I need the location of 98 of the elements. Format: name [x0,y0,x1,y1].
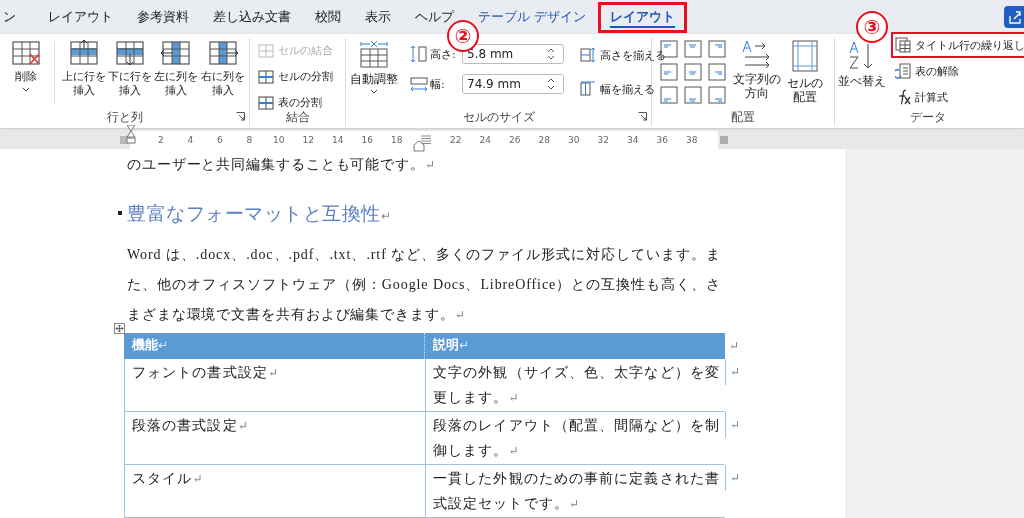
table-cell: スタイル↵ [124,465,425,518]
chevron-down-icon [370,89,378,94]
group-label: 配置 [731,108,755,126]
repeat-header-icon [895,37,911,53]
ribbon-button[interactable]: セルの分割 [254,64,337,89]
ruler-number: 14 [331,135,345,145]
ribbon-button[interactable]: 高さを揃える [576,42,670,68]
align-icon[interactable] [684,86,702,104]
row-height-icon [410,45,428,63]
table-insert-icon [113,40,146,66]
ribbon-tab[interactable]: レイアウト [36,1,125,33]
table-header-cell: 説明↵ [425,333,725,359]
autofit-button[interactable]: 自動調整 [350,38,398,94]
ribbon-button[interactable]: 表の解除 [891,58,1024,84]
ribbon-tab[interactable]: 表示 [353,1,403,33]
table-split-icon [258,43,274,58]
table-cell: 一貫した外観のための事前に定義された書式設定セットです。↵ [425,465,725,518]
body-paragraph: のユーザーと共同編集することも可能です。↵ [127,156,437,174]
ruler-number: 28 [537,135,551,145]
ruler-number: 38 [685,135,699,145]
table-insert-icon [160,40,193,66]
table-split-icon [258,95,274,110]
ruler-number: 36 [655,135,669,145]
table-move-handle-icon[interactable] [114,323,125,334]
align-icon[interactable] [660,63,678,81]
ribbon-button[interactable]: 左に列を 挿入 [154,38,199,98]
ribbon-button[interactable]: 上に行を 挿入 [61,38,106,98]
group-label: 結合 [285,108,310,126]
table-to-text-icon [895,63,911,79]
dialog-launcher-icon[interactable] [638,112,647,121]
ruler-marker-icon [120,136,128,144]
spinner-icon[interactable] [547,77,555,91]
hanging-indent-icon[interactable] [413,140,425,152]
ribbon-button[interactable]: 幅を揃える [576,76,670,102]
section-heading: 豊富なフォーマットと互換性↵ [127,201,392,226]
table-cell: 段落のレイアウト（配置、間隔など）を制御します。↵ [425,412,725,465]
width-field[interactable]: 74.9 mm [462,74,564,94]
column-marker-icon[interactable] [420,135,433,145]
distribute-rows-icon [580,47,596,63]
ribbon-tab[interactable]: レイアウト [598,1,687,33]
field-label: 幅: [430,76,446,92]
row-end-mark: ↵ [725,412,747,438]
ruler-number: 22 [449,135,463,145]
ruler-number: 12 [301,135,315,145]
align-icon[interactable] [684,40,702,58]
ruler-number: 26 [508,135,522,145]
table-header-cell: 機能↵ [124,333,425,359]
ribbon-button[interactable]: セルの 配置 [782,38,828,104]
align-icon[interactable] [708,63,726,81]
table-insert-icon [206,40,239,66]
ribbon-button[interactable]: 計算式 [891,84,1024,110]
ruler-number: 8 [245,135,254,145]
group-label: 行と列 [106,108,143,126]
table-delete-icon [10,40,43,66]
table-cell: 文字の外観（サイズ、色、太字など）を変更します。↵ [425,359,725,412]
ruler-number: 24 [478,135,492,145]
body-paragraph: Word は、.docx、.doc、.pdf、.txt、.rtf など、多くのファイル形式に対応しています。また、他のオフィスソフトウェア（例：Google Docs、LibreOffice）との互換性も高く、さまざまな環境で文書を共有および編集できます。↵ [127,246,721,324]
group-label: セルのサイズ [462,108,535,126]
table-insert-icon [67,40,100,66]
ruler-number: 34 [626,135,640,145]
ribbon-button[interactable]: 文字列の 方向 [734,38,780,100]
align-icon[interactable] [708,86,726,104]
table-split-icon [258,69,274,84]
table-autofit-icon [358,40,390,68]
ribbon-button[interactable]: 下に行を 挿入 [107,38,153,98]
ribbon-tab[interactable]: 校閲 [303,1,353,33]
ruler-number: 10 [272,135,286,145]
row-end-mark: ↵ [725,359,747,385]
distribute-columns-icon [580,81,596,97]
align-icon[interactable] [660,86,678,104]
row-end-mark: ↵ [728,338,741,355]
ruler-number: 4 [186,135,195,145]
spinner-icon[interactable] [547,47,555,61]
ribbon-tab[interactable]: 参考資料 [125,1,201,33]
ribbon-button[interactable]: 右に列を 挿入 [200,38,245,98]
ruler-number: 32 [596,135,610,145]
ruler-number: 18 [390,135,404,145]
ribbon-button[interactable]: 削除 [4,38,49,92]
ruler-number: 6 [215,135,224,145]
table-cell: フォントの書式設定↵ [124,359,425,412]
ribbon-button[interactable]: タイトル行の繰り返し [891,32,1024,58]
ribbon-tab[interactable]: ン [0,1,28,33]
share-icon [1008,10,1022,24]
column-width-icon [410,75,428,93]
cell-margins-icon [791,40,819,72]
table-cell: 段落の書式設定↵ [124,412,425,465]
chevron-down-icon [22,87,31,92]
ribbon-tab[interactable]: 差し込み文書 [201,1,303,33]
keep-with-next-icon [118,211,122,215]
align-icon[interactable] [684,63,702,81]
ruler-number: 30 [567,135,581,145]
ruler-marker-icon [720,136,728,144]
ruler-number: 2 [156,135,165,145]
ruler-number: 16 [360,135,374,145]
dialog-launcher-icon[interactable] [236,112,245,121]
align-icon[interactable] [708,40,726,58]
row-end-mark: ↵ [725,465,747,491]
group-label: データ [909,108,946,126]
